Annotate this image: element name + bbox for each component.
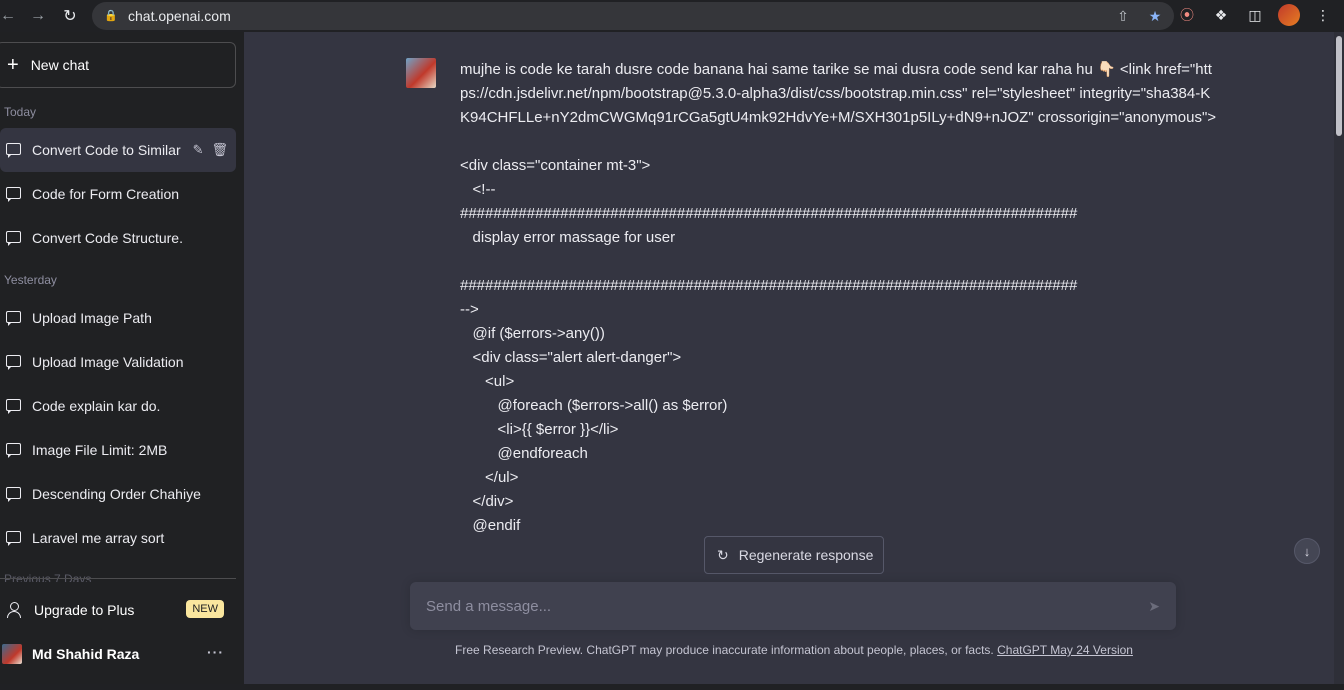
sidebar-chat-item[interactable]: Upload Image Validation	[0, 340, 236, 384]
user-avatar	[2, 644, 22, 664]
browser-toolbar: ← → ↻ 🔒 chat.openai.com ⇧ ★ ⦿ ❖ ◫ ⋮	[0, 0, 1344, 32]
forward-button[interactable]: →	[24, 2, 52, 30]
chat-item-label: Descending Order Chahiye	[32, 486, 201, 502]
sidebar-chat-item[interactable]: Code explain kar do.	[0, 384, 236, 428]
user-menu-button[interactable]: Md Shahid Raza ···	[0, 632, 236, 676]
chat-bubble-icon	[6, 443, 22, 458]
chat-item-label: Upload Image Validation	[32, 354, 184, 370]
chat-bubble-icon	[6, 143, 22, 158]
lock-icon: 🔒	[104, 10, 118, 22]
upgrade-to-plus-button[interactable]: Upgrade to Plus NEW	[0, 588, 236, 632]
regenerate-response-button[interactable]: ↻ Regenerate response	[704, 536, 884, 574]
profile-avatar[interactable]	[1278, 4, 1300, 26]
chat-item-label: Image File Limit: 2MB	[32, 442, 168, 458]
back-button[interactable]: ←	[0, 2, 22, 30]
chat-item-label: Convert Code to Similar	[32, 142, 181, 158]
chat-item-label: Laravel me array sort	[32, 530, 165, 546]
reload-button[interactable]: ↻	[56, 2, 84, 30]
delete-trash-icon[interactable]: 🗑	[211, 142, 228, 158]
plus-icon: +	[7, 53, 19, 76]
sidebar-chat-item[interactable]: Convert Code to Similar ✎ 🗑	[0, 128, 236, 172]
arrow-down-icon: ↓	[1303, 543, 1311, 559]
sidebar-chat-item[interactable]: Image File Limit: 2MB	[0, 428, 236, 472]
message-composer: ➤	[410, 582, 1176, 630]
version-link[interactable]: ChatGPT May 24 Version	[997, 643, 1133, 657]
scroll-to-bottom-button[interactable]: ↓	[1294, 538, 1320, 564]
window-bottom-edge	[0, 684, 1344, 690]
sidebar-chat-item[interactable]: Code for Form Creation	[0, 172, 236, 216]
sidebar-chat-item[interactable]: Convert Code Structure.	[0, 216, 236, 260]
scrollbar-thumb[interactable]	[1336, 36, 1342, 136]
page-scrollbar[interactable]	[1334, 32, 1344, 684]
browser-menu-icon[interactable]: ⋮	[1312, 4, 1334, 26]
edit-pencil-icon[interactable]: ✎	[193, 142, 204, 158]
section-label-yesterday: Yesterday	[4, 273, 57, 287]
chat-item-label: Code for Form Creation	[32, 186, 180, 202]
chat-item-label: Upload Image Path	[32, 310, 152, 326]
new-chat-label: New chat	[30, 57, 90, 73]
chat-bubble-icon	[6, 531, 22, 546]
refresh-icon: ↻	[717, 546, 729, 563]
side-panel-icon[interactable]: ◫	[1244, 4, 1266, 26]
footer-note-text: Free Research Preview. ChatGPT may produ…	[455, 643, 998, 657]
regenerate-label: Regenerate response	[738, 547, 874, 563]
url-text: chat.openai.com	[128, 8, 231, 24]
footer-disclaimer: Free Research Preview. ChatGPT may produ…	[244, 643, 1344, 657]
bookmark-star-icon[interactable]: ★	[1146, 7, 1164, 25]
sidebar-chat-item[interactable]: Upload Image Path	[0, 296, 236, 340]
chat-item-label: Code explain kar do.	[32, 398, 161, 414]
new-badge: NEW	[186, 600, 224, 618]
user-message-text: mujhe is code ke tarah dusre code banana…	[460, 61, 1217, 534]
new-chat-button[interactable]: + New chat	[0, 42, 236, 88]
upgrade-label: Upgrade to Plus	[34, 602, 135, 618]
sidebar: + New chat Today Convert Code to Similar…	[0, 32, 244, 690]
share-icon[interactable]: ⇧	[1114, 7, 1132, 25]
sidebar-chat-item[interactable]: Laravel me array sort	[0, 516, 236, 560]
address-bar[interactable]: 🔒 chat.openai.com ⇧ ★	[92, 2, 1174, 30]
send-icon[interactable]: ➤	[1148, 598, 1160, 615]
chat-bubble-icon	[6, 487, 22, 502]
user-name: Md Shahid Raza	[32, 646, 140, 662]
conversation-panel: mujhe is code ke tarah dusre code banana…	[244, 32, 1344, 684]
chat-bubble-icon	[6, 355, 22, 370]
cast-icon[interactable]: ⦿	[1176, 4, 1198, 26]
section-label-today: Today	[4, 105, 37, 119]
chat-bubble-icon	[6, 187, 22, 202]
user-icon	[6, 602, 22, 618]
message-input[interactable]	[426, 597, 1106, 615]
message-user-avatar	[406, 58, 436, 88]
section-label-previous: Previous 7 Days	[4, 572, 92, 582]
chat-item-label: Convert Code Structure.	[32, 230, 183, 246]
chat-bubble-icon	[6, 231, 22, 246]
more-options-icon[interactable]: ···	[207, 644, 224, 660]
chat-bubble-icon	[6, 399, 22, 414]
sidebar-divider	[0, 578, 236, 579]
chat-bubble-icon	[6, 311, 22, 326]
extensions-puzzle-icon[interactable]: ❖	[1210, 4, 1232, 26]
sidebar-chat-item[interactable]: Descending Order Chahiye	[0, 472, 236, 516]
